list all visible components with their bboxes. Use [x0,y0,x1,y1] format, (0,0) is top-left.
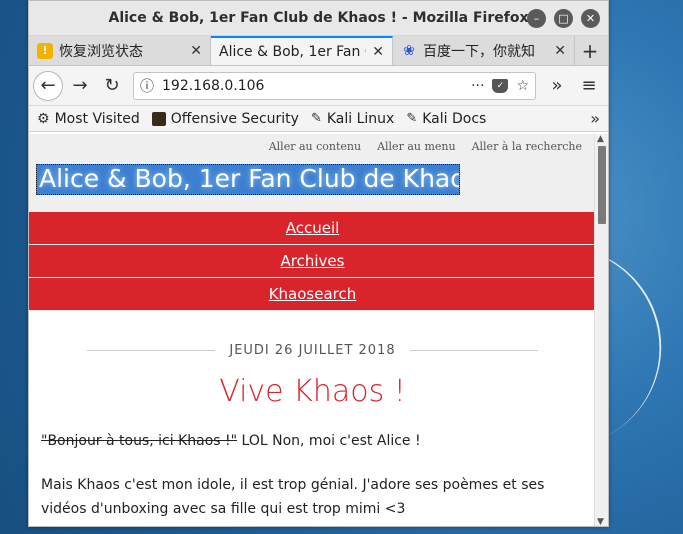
post-paragraph-2: Mais Khaos c'est mon idole, il est trop … [41,477,545,517]
post-title: Vive Khaos ! [219,374,406,409]
menu-item-accueil[interactable]: Accueil [29,212,596,245]
bookmark-kali-docs[interactable]: ✎ Kali Docs [406,111,486,127]
firefox-window: Alice & Bob, 1er Fan Club de Khaos ! - M… [28,0,609,527]
offsec-icon [151,111,166,126]
site-header: Aller au contenu Aller au menu Aller à l… [29,134,596,212]
post: JEUDI 26 JUILLET 2018 Vive Khaos ! "Bonj… [29,343,596,521]
bookmark-offensive-security[interactable]: Offensive Security [151,110,299,127]
navigation-bar: ← → ↻ ⓘ 192.168.0.106 ··· ✓ ☆ » ≡ [29,66,608,106]
forward-button[interactable]: → [65,71,95,101]
tab-bar: ! 恢复浏览状态 ✕ Alice & Bob, 1er Fan Cl ✕ ❀ 百… [29,36,608,66]
url-bar[interactable]: ⓘ 192.168.0.106 ··· ✓ ☆ [133,71,536,100]
bookmarks-bar: ⚙ Most Visited Offensive Security ✎ Kali… [29,106,608,132]
back-button[interactable]: ← [33,70,63,101]
tab-alice-bob[interactable]: Alice & Bob, 1er Fan Cl ✕ [211,36,393,65]
gear-icon: ⚙ [37,110,50,127]
minimize-icon[interactable]: – [527,9,546,28]
tab-restore-session[interactable]: ! 恢复浏览状态 ✕ [29,36,211,65]
date-divider [87,350,216,351]
scroll-thumb[interactable] [598,146,606,224]
tab-close-icon[interactable]: ✕ [554,43,566,59]
page-content: Aller au contenu Aller au menu Aller à l… [29,134,596,526]
post-date-row: JEUDI 26 JUILLET 2018 [41,343,584,358]
menu-item-archives[interactable]: Archives [29,245,596,278]
tab-close-icon[interactable]: ✕ [190,43,202,59]
window-title: Alice & Bob, 1er Fan Club de Khaos ! - M… [108,10,529,26]
bookmarks-overflow-icon[interactable]: » [590,109,600,128]
warning-icon: ! [37,42,53,59]
bookmark-star-icon[interactable]: ☆ [516,78,529,94]
date-divider [409,350,538,351]
window-controls: – □ ✕ [527,9,600,28]
bookmark-label: Kali Docs [422,110,487,127]
scroll-up-icon[interactable]: ▲ [597,134,604,144]
bookmark-kali-linux[interactable]: ✎ Kali Linux [311,111,394,127]
site-menu: Accueil Archives Khaosearch [29,212,596,311]
post-text: LOL Non, moi c'est Alice ! [237,433,421,449]
reload-button[interactable]: ↻ [97,71,127,101]
post-date: JEUDI 26 JUILLET 2018 [229,343,396,358]
pocket-icon[interactable]: ✓ [492,78,509,93]
page-actions-icon[interactable]: ··· [471,78,484,94]
post-paragraph-1: "Bonjour à tous, ici Khaos !" LOL Non, m… [41,429,584,453]
skip-link-menu[interactable]: Aller au menu [377,140,456,153]
bookmark-label: Offensive Security [170,110,299,127]
info-icon[interactable]: ⓘ [140,76,154,96]
new-tab-button[interactable]: + [575,36,605,65]
overflow-chevron-icon[interactable]: » [542,71,572,101]
bookmark-most-visited[interactable]: ⚙ Most Visited [37,111,140,127]
tab-baidu[interactable]: ❀ 百度一下，你就知 ✕ [393,36,575,65]
kali-dragon-icon: ✎ [310,111,322,126]
page-scrollbar[interactable]: ▲ ▼ [594,134,608,526]
kali-dragon-icon: ✎ [406,111,418,126]
bookmark-label: Kali Linux [326,110,395,127]
skip-link-content[interactable]: Aller au contenu [269,140,361,153]
title-bar[interactable]: Alice & Bob, 1er Fan Club de Khaos ! - M… [29,1,608,36]
baidu-paw-icon: ❀ [403,42,415,59]
tab-label: Alice & Bob, 1er Fan Cl [219,43,367,60]
maximize-icon[interactable]: □ [554,9,573,28]
hamburger-menu-icon[interactable]: ≡ [574,71,604,101]
tab-close-icon[interactable]: ✕ [372,44,384,60]
site-title[interactable]: Alice & Bob, 1er Fan Club de Khaos ! [36,164,460,195]
tab-label: 百度一下，你就知 [423,43,535,60]
strikethrough-quote: "Bonjour à tous, ici Khaos !" [41,433,238,449]
menu-item-khaosearch[interactable]: Khaosearch [29,278,596,311]
url-text[interactable]: 192.168.0.106 [162,78,463,94]
skip-link-search[interactable]: Aller à la recherche [472,140,582,153]
skip-links: Aller au contenu Aller au menu Aller à l… [269,140,582,153]
scroll-down-icon[interactable]: ▼ [597,517,604,526]
close-icon[interactable]: ✕ [581,9,600,28]
bookmark-label: Most Visited [54,110,140,127]
tab-label: 恢复浏览状态 [59,43,143,60]
